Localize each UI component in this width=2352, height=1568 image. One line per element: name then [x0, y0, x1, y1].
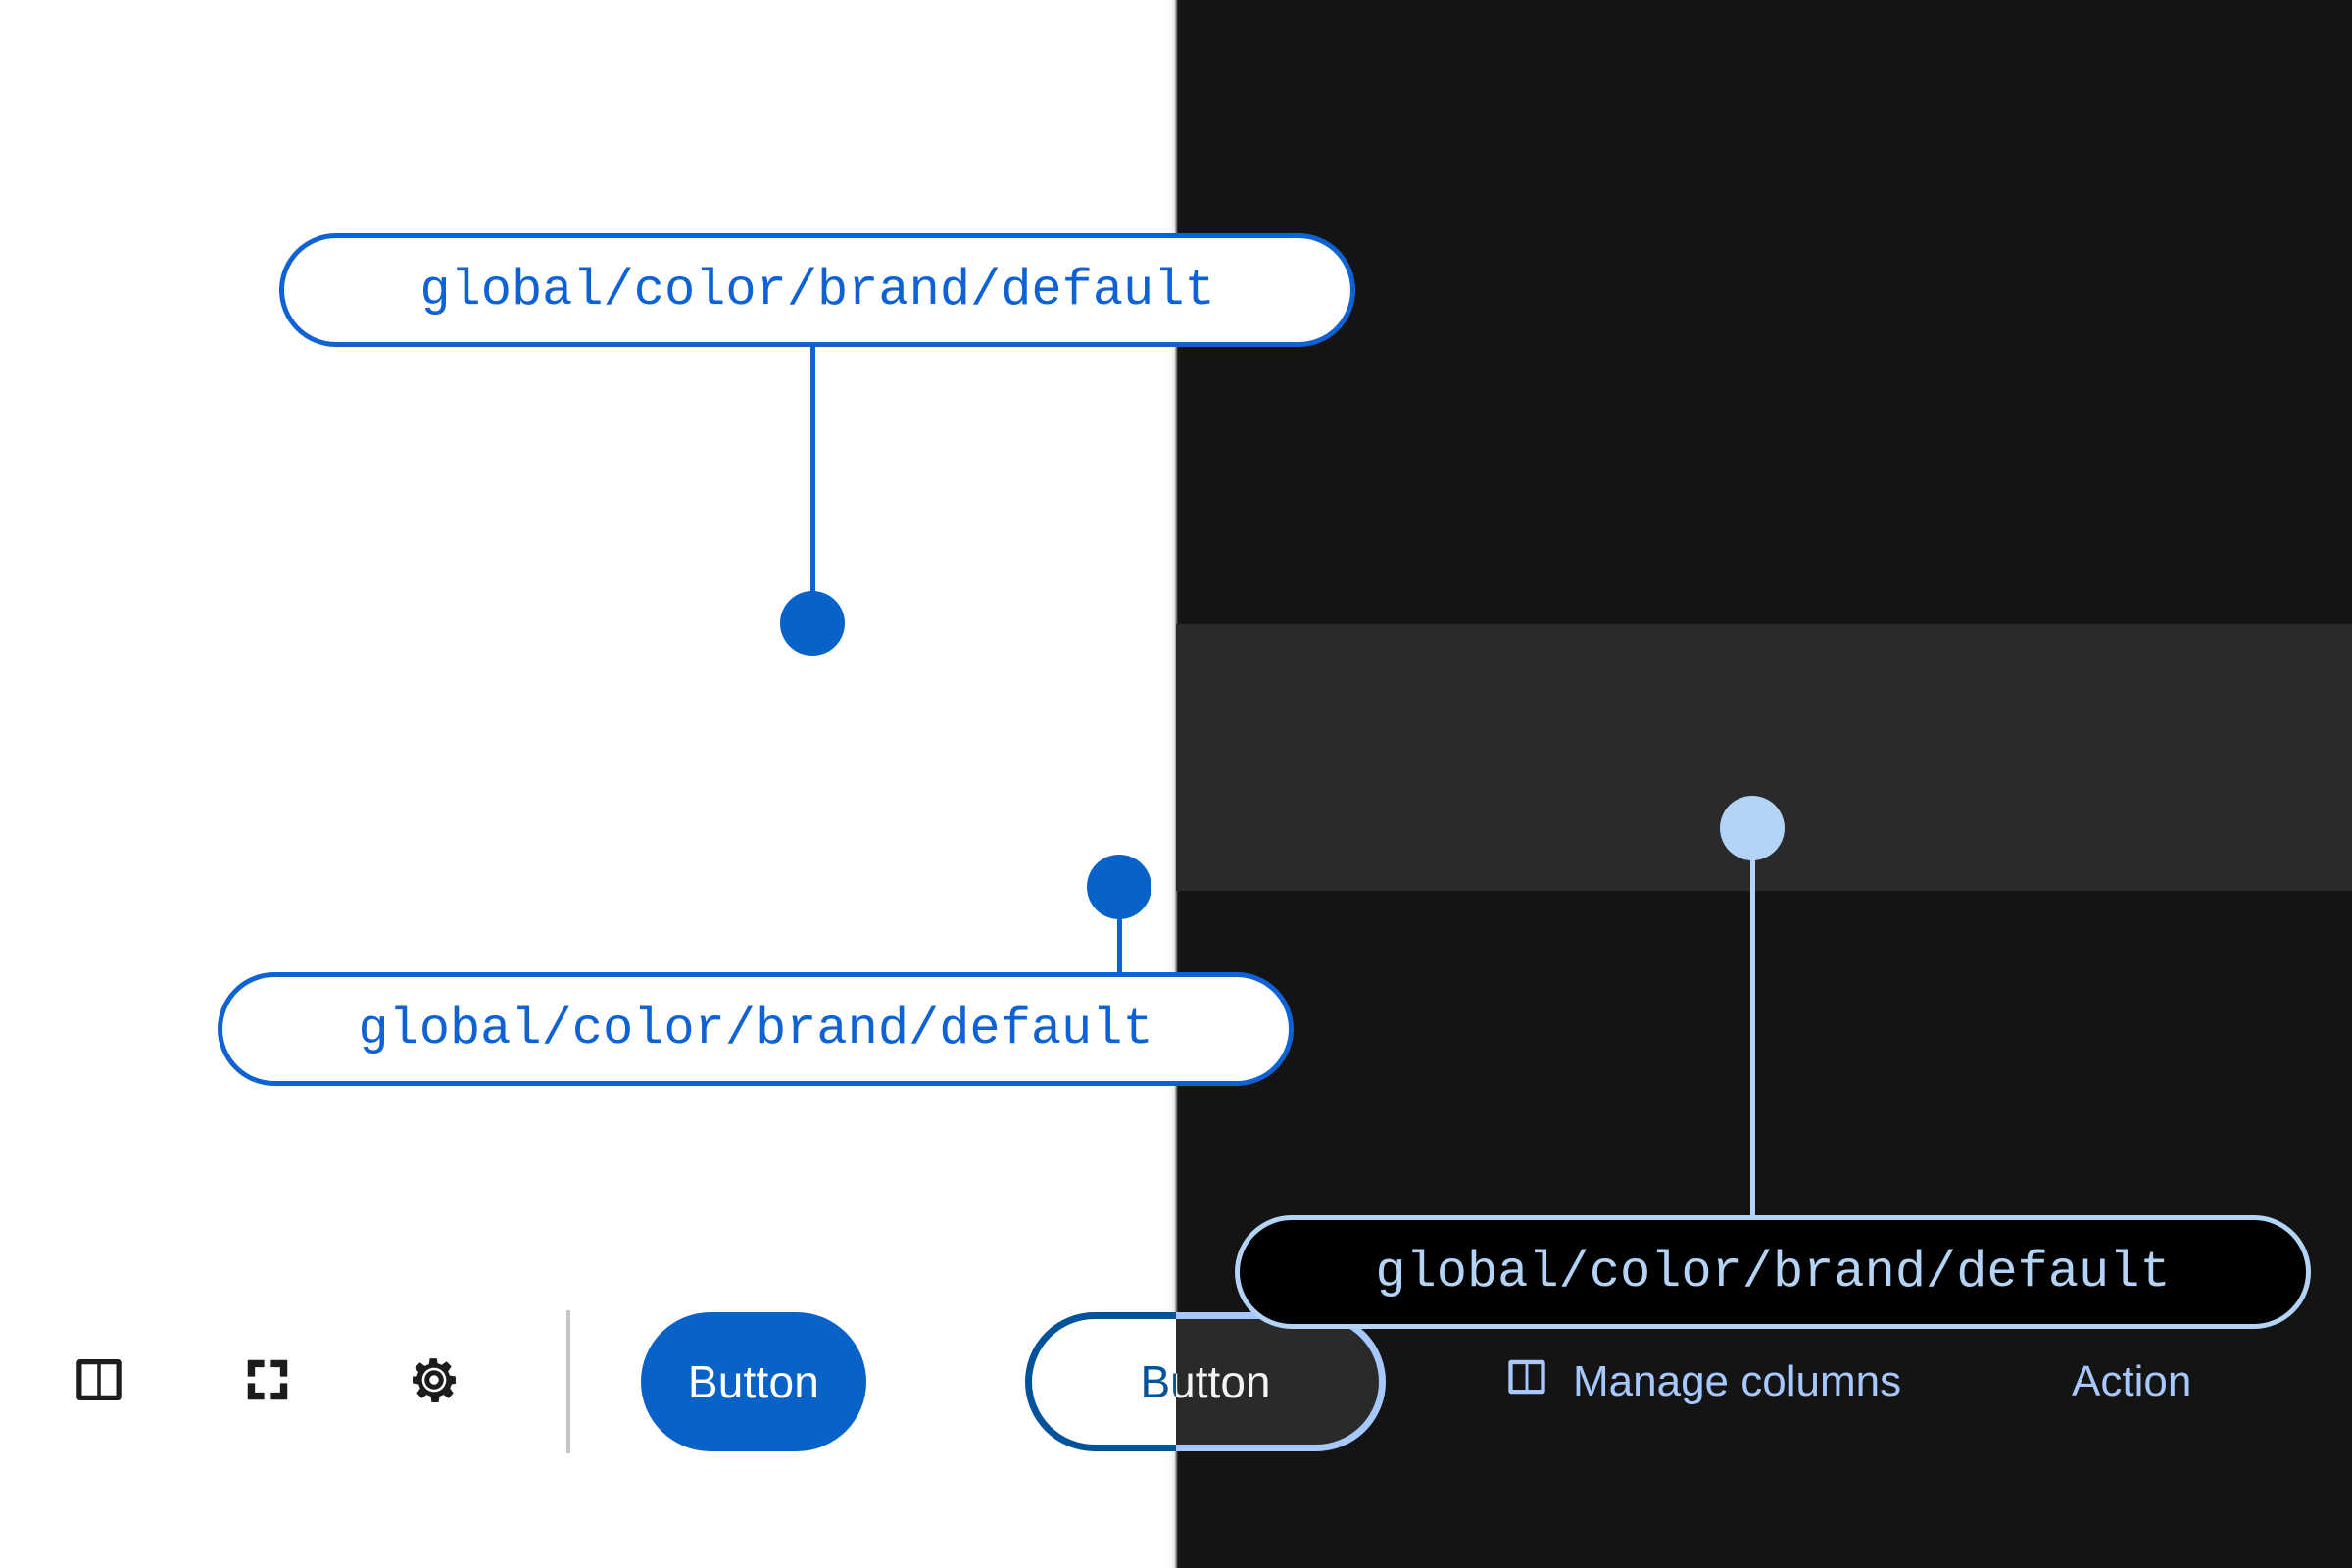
primary-button[interactable]: Button — [641, 1312, 866, 1451]
columns-icon — [1504, 1354, 1549, 1410]
expand-icon-button[interactable] — [240, 1354, 295, 1409]
annotation-anchor-dot-1 — [780, 591, 845, 656]
annotation-connector-line-3 — [1750, 828, 1755, 1218]
annotation-anchor-dot-3 — [1720, 796, 1785, 860]
expand-icon — [241, 1353, 294, 1411]
toolbar: Button Button Button Manage columns Acti… — [0, 624, 2352, 1453]
columns-icon — [72, 1352, 126, 1412]
annotation-anchor-dot-2 — [1087, 855, 1152, 919]
gear-icon — [408, 1353, 461, 1411]
annotation-connector-line-1 — [810, 345, 815, 624]
annotation-pill-1[interactable]: global/color/brand/default — [279, 233, 1355, 347]
annotation-pill-3[interactable]: global/color/brand/default — [1235, 1215, 2311, 1329]
toolbar-divider — [566, 1310, 570, 1453]
action-button[interactable]: Action — [2072, 1345, 2191, 1419]
token-annotation-canvas: Button Button Button Manage columns Acti… — [0, 0, 2352, 1568]
annotation-pill-2[interactable]: global/color/brand/default — [218, 972, 1294, 1086]
outline-button-dark[interactable]: Button — [1176, 1312, 1386, 1451]
columns-icon-button[interactable] — [72, 1354, 126, 1409]
manage-columns-label: Manage columns — [1573, 1357, 1902, 1405]
action-label: Action — [2072, 1357, 2192, 1405]
manage-columns-button[interactable]: Manage columns — [1504, 1345, 1901, 1419]
gear-icon-button[interactable] — [407, 1354, 462, 1409]
